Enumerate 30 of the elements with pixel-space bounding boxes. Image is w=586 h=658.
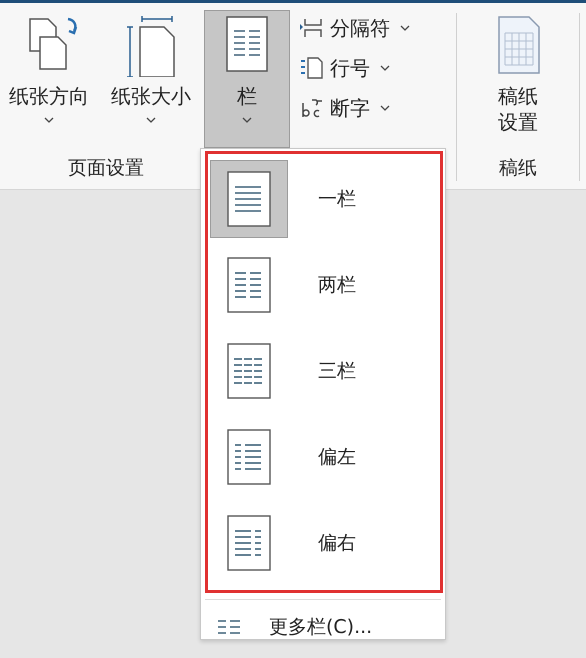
menu-item[interactable]: 两栏 [210,242,440,328]
group-label: 页面设置 [68,156,144,181]
hyphenation-icon [300,97,324,119]
caret-icon [380,105,390,111]
ribbon-button[interactable]: 行号 [298,50,412,86]
caret-icon [146,117,156,123]
columns-button[interactable]: 栏 [204,10,290,148]
caret-icon [242,117,252,123]
group-label: 稿纸 [499,156,537,181]
menu-item[interactable]: 一栏 [210,156,440,242]
ribbon-button[interactable]: 稿纸设置 [468,10,568,148]
ribbon-button[interactable]: 纸张方向 [0,10,98,148]
column-layout-icon [227,257,271,313]
line-numbers-icon [300,57,324,79]
ribbon-button[interactable]: 纸张大小 [102,10,200,148]
column-layout-icon [227,429,271,485]
column-layout-icon [227,515,271,571]
ribbon-button[interactable]: 断字 [298,90,412,126]
columns-icon [217,619,241,635]
caret-icon [400,25,410,31]
menu-item[interactable]: 偏右 [210,500,440,586]
column-layout-icon [227,171,271,227]
ribbon-button[interactable]: 分隔符 [298,10,412,46]
caret-icon [380,65,390,71]
menu-item[interactable]: 三栏 [210,328,440,414]
breaks-icon [300,17,324,39]
caret-icon [44,117,54,123]
menu-item[interactable]: 偏左 [210,414,440,500]
menu-item[interactable]: 更多栏(C)... [205,599,441,654]
column-layout-icon [227,343,271,399]
